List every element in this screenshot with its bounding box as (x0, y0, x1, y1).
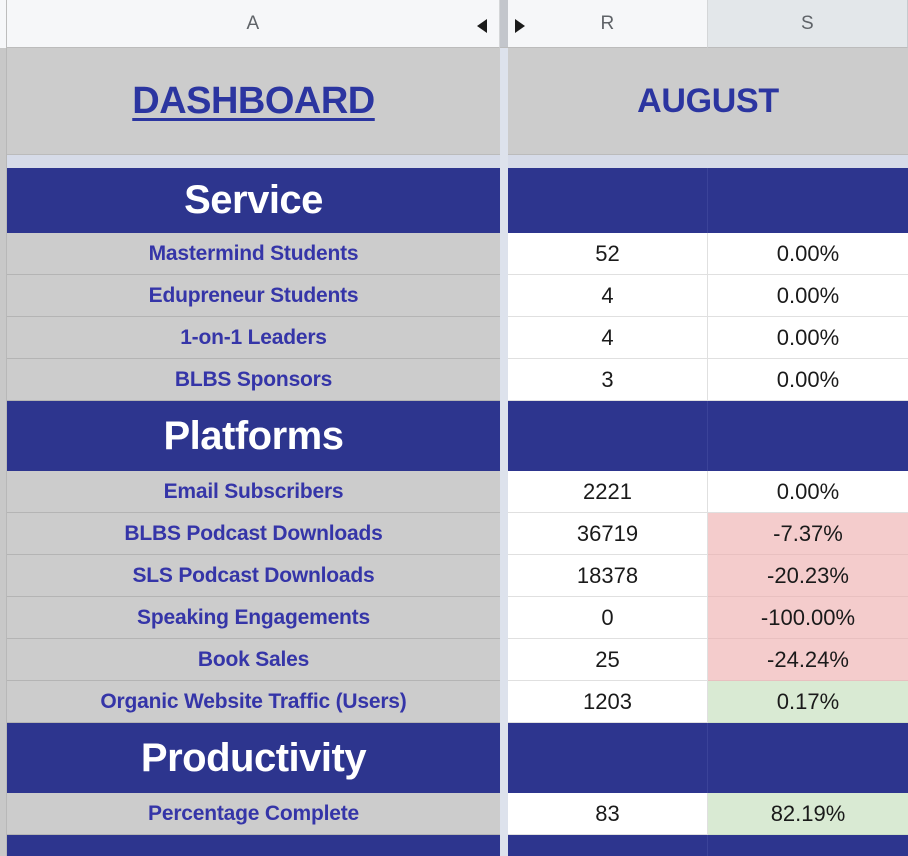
table-row: Organic Website Traffic (Users) 1203 0.17% (7, 681, 908, 723)
metric-label[interactable]: BLBS Podcast Downloads (7, 513, 500, 555)
column-header-row: A R S (0, 0, 908, 48)
collapse-left-arrow-icon[interactable] (477, 19, 487, 33)
metric-label[interactable]: Percentage Complete (7, 793, 500, 835)
metric-value[interactable]: 52 (508, 233, 708, 275)
select-all-corner[interactable] (0, 0, 7, 48)
metric-value[interactable]: 4 (508, 275, 708, 317)
metric-label[interactable]: Mastermind Students (7, 233, 500, 275)
table-row: Edupreneur Students 4 0.00% (7, 275, 908, 317)
section-title-blank[interactable] (7, 835, 500, 856)
metric-label[interactable]: Edupreneur Students (7, 275, 500, 317)
metric-value[interactable]: 3 (508, 359, 708, 401)
section-header-service[interactable]: Service (7, 168, 908, 233)
spacer-row (7, 155, 908, 168)
table-row: 1-on-1 Leaders 4 0.00% (7, 317, 908, 359)
metric-percent-change[interactable]: 0.00% (708, 359, 908, 401)
metric-percent-change[interactable]: 82.19% (708, 793, 908, 835)
collapse-right-arrow-icon[interactable] (515, 19, 525, 33)
dashboard-title-cell[interactable]: DASHBOARD (7, 48, 500, 154)
table-row: Email Subscribers 2221 0.00% (7, 471, 908, 513)
column-header-a[interactable]: A (7, 0, 500, 48)
metric-value[interactable]: 83 (508, 793, 708, 835)
metric-percent-change[interactable]: 0.00% (708, 233, 908, 275)
rows-host: DASHBOARD AUGUST Service Mastermind Student… (7, 48, 908, 856)
metric-percent-change[interactable]: 0.17% (708, 681, 908, 723)
section-blank-r (508, 835, 708, 856)
metric-label[interactable]: Organic Website Traffic (Users) (7, 681, 500, 723)
section-title-platforms[interactable]: Platforms (7, 401, 500, 471)
metric-value[interactable]: 36719 (508, 513, 708, 555)
metric-percent-change[interactable]: 0.00% (708, 275, 908, 317)
section-header-blank[interactable] (7, 835, 908, 856)
month-title-cell[interactable]: AUGUST (508, 48, 908, 154)
spacer-cell-s (708, 155, 908, 168)
metric-value[interactable]: 1203 (508, 681, 708, 723)
table-row: Percentage Complete 83 82.19% (7, 793, 908, 835)
metric-percent-change[interactable]: -20.23% (708, 555, 908, 597)
table-row: Book Sales 25 -24.24% (7, 639, 908, 681)
section-title-service[interactable]: Service (7, 168, 500, 233)
metric-label[interactable]: 1-on-1 Leaders (7, 317, 500, 359)
spreadsheet-view: A R S DASHBOARD AUGUST Service Mastermind S… (0, 0, 908, 856)
section-blank-r (508, 168, 708, 233)
row-header-rail (0, 0, 7, 856)
section-blank-r (508, 401, 708, 471)
metric-label[interactable]: Speaking Engagements (7, 597, 500, 639)
section-blank-s (708, 723, 908, 793)
metric-percent-change[interactable]: -24.24% (708, 639, 908, 681)
metric-label[interactable]: BLBS Sponsors (7, 359, 500, 401)
metric-value[interactable]: 25 (508, 639, 708, 681)
metric-value[interactable]: 4 (508, 317, 708, 359)
spacer-cell-a (7, 155, 500, 168)
section-title-productivity[interactable]: Productivity (7, 723, 500, 793)
metric-label[interactable]: Book Sales (7, 639, 500, 681)
metric-label[interactable]: Email Subscribers (7, 471, 500, 513)
metric-percent-change[interactable]: -100.00% (708, 597, 908, 639)
section-blank-s (708, 835, 908, 856)
grid-body: DASHBOARD AUGUST Service Mastermind Student… (7, 48, 908, 856)
spacer-cell-r (508, 155, 708, 168)
metric-percent-change[interactable]: -7.37% (708, 513, 908, 555)
column-header-s[interactable]: S (708, 0, 908, 48)
section-blank-r (508, 723, 708, 793)
section-blank-s (708, 168, 908, 233)
column-header-s-label: S (801, 12, 814, 34)
table-row: SLS Podcast Downloads 18378 -20.23% (7, 555, 908, 597)
frozen-pane-divider-header[interactable] (500, 0, 508, 48)
metric-value[interactable]: 2221 (508, 471, 708, 513)
column-header-r-label: R (600, 12, 615, 34)
table-row: BLBS Sponsors 3 0.00% (7, 359, 908, 401)
metric-value[interactable]: 18378 (508, 555, 708, 597)
metric-percent-change[interactable]: 0.00% (708, 317, 908, 359)
column-header-a-label: A (246, 12, 260, 34)
title-row: DASHBOARD AUGUST (7, 48, 908, 155)
metric-percent-change[interactable]: 0.00% (708, 471, 908, 513)
frozen-pane-divider (500, 48, 508, 856)
table-row: Mastermind Students 52 0.00% (7, 233, 908, 275)
section-blank-s (708, 401, 908, 471)
metric-value[interactable]: 0 (508, 597, 708, 639)
table-row: Speaking Engagements 0 -100.00% (7, 597, 908, 639)
section-header-platforms[interactable]: Platforms (7, 401, 908, 471)
table-row: BLBS Podcast Downloads 36719 -7.37% (7, 513, 908, 555)
column-header-r[interactable]: R (508, 0, 708, 48)
section-header-productivity[interactable]: Productivity (7, 723, 908, 793)
metric-label[interactable]: SLS Podcast Downloads (7, 555, 500, 597)
